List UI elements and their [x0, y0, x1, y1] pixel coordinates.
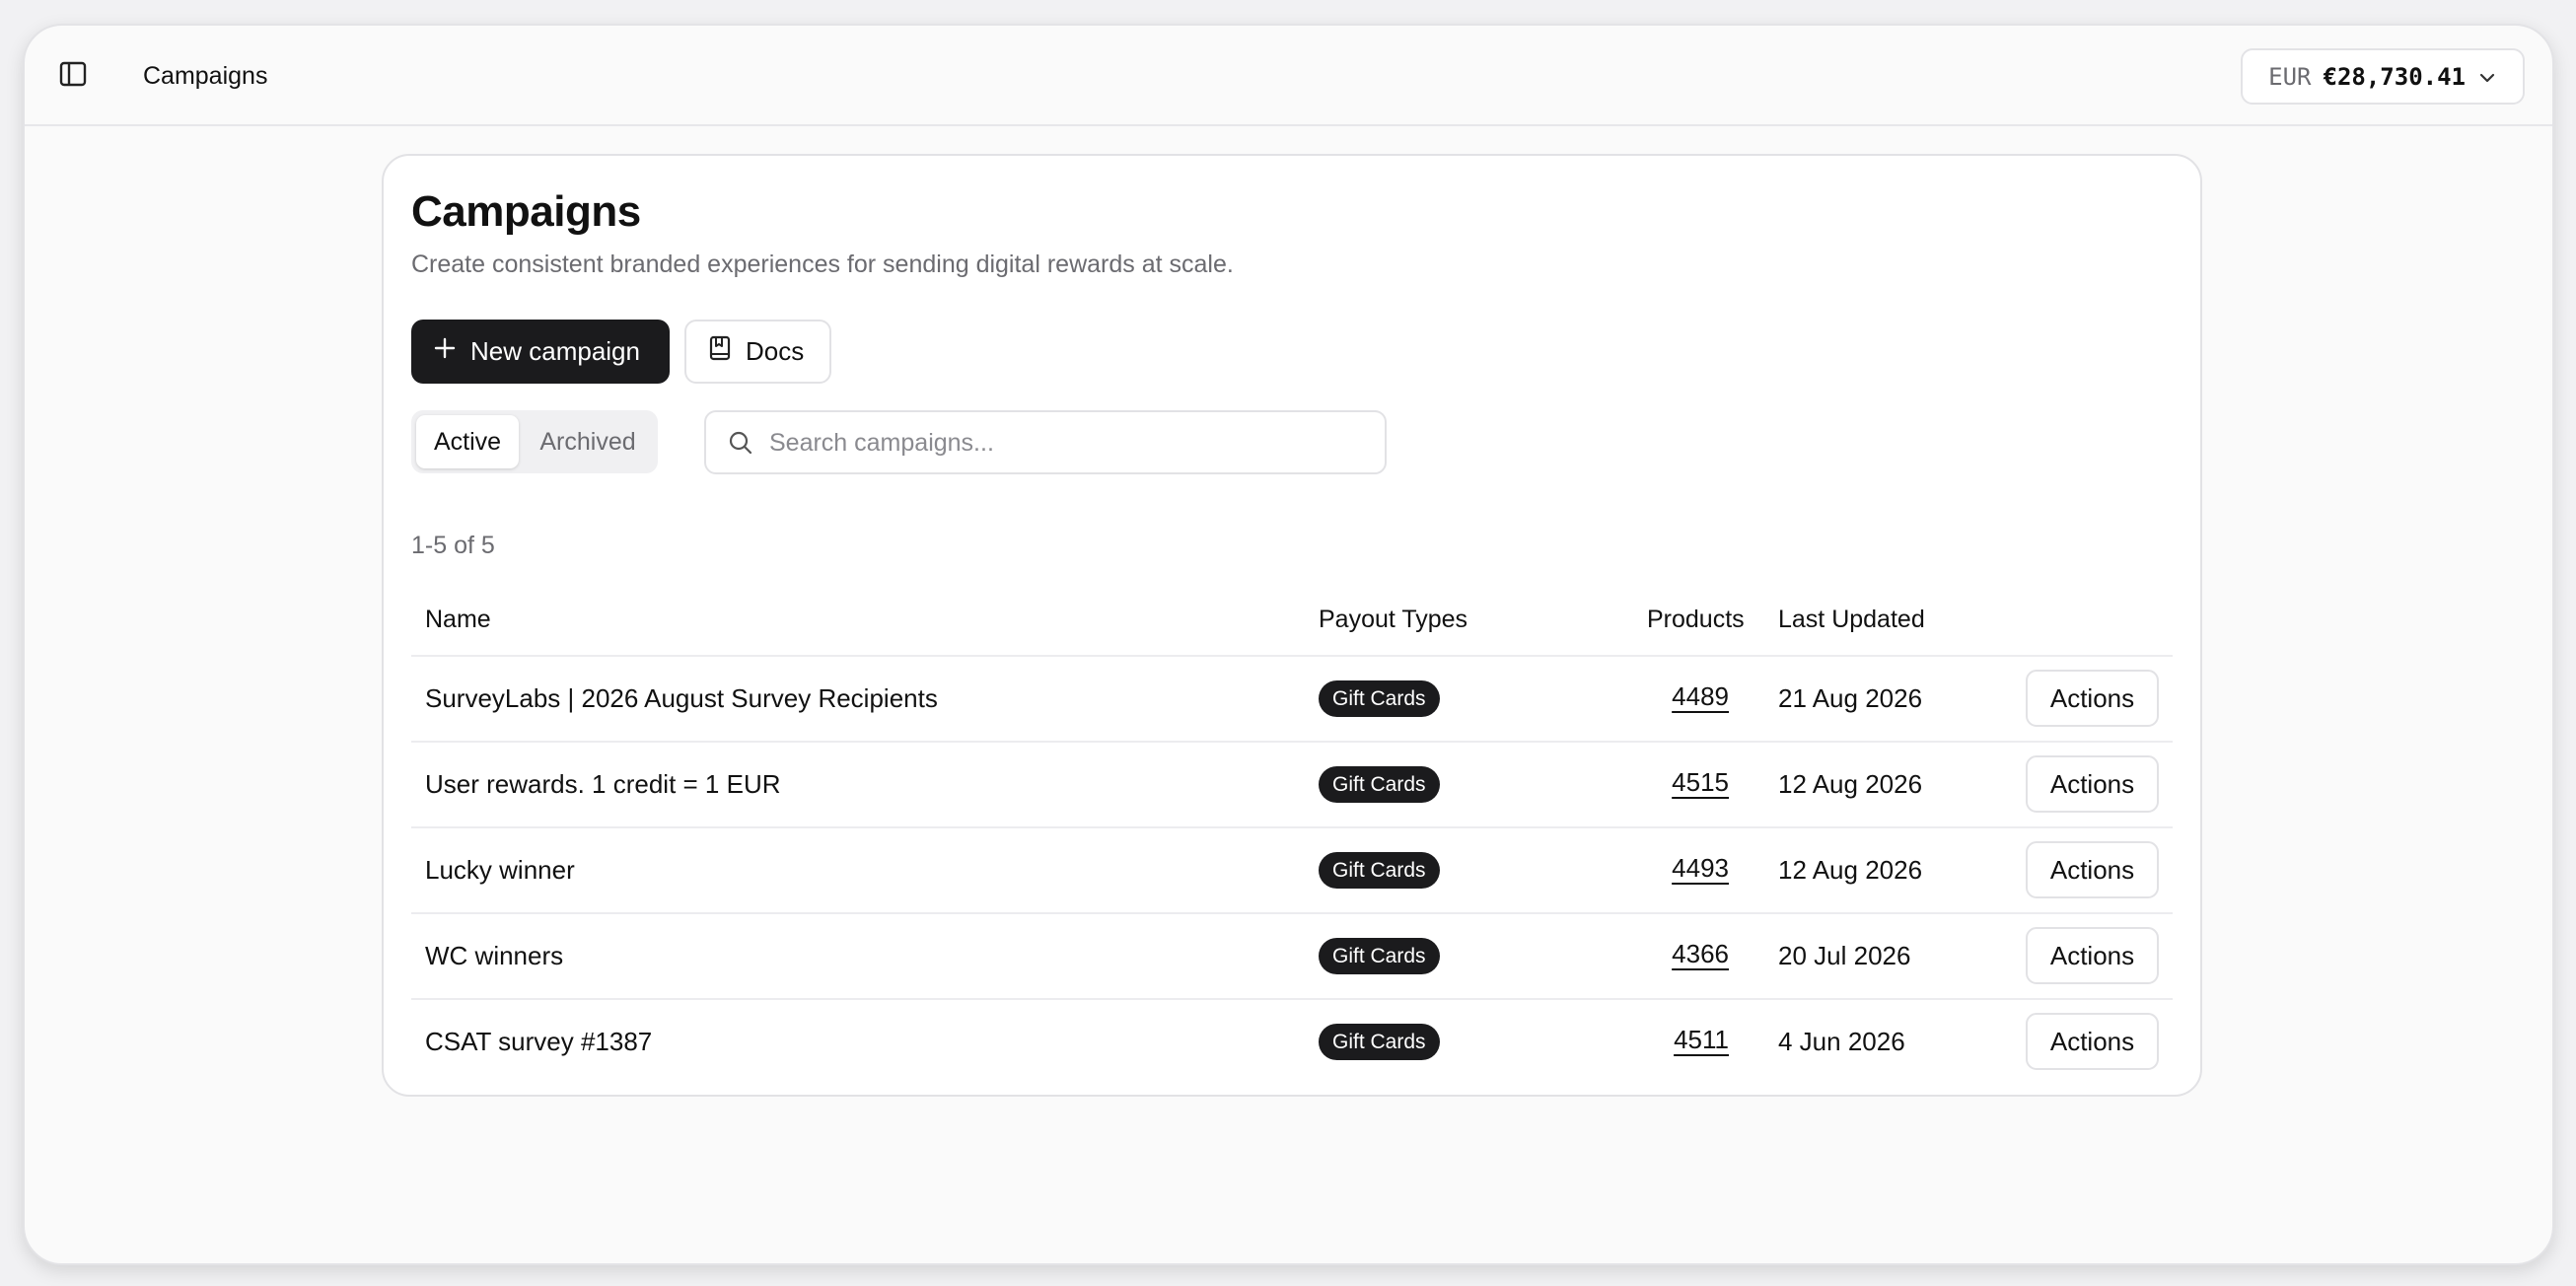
products-link[interactable]: 4511	[1674, 1024, 1729, 1055]
last-updated: 20 Jul 2026	[1778, 941, 1911, 970]
book-icon	[708, 335, 732, 368]
payout-type-badge: Gift Cards	[1319, 1024, 1440, 1060]
search-icon	[728, 430, 753, 461]
docs-button[interactable]: Docs	[684, 320, 831, 384]
actions-button[interactable]: Actions	[2026, 841, 2159, 898]
status-tabs: Active Archived	[411, 410, 658, 473]
top-bar-title: Campaigns	[143, 62, 268, 90]
chevron-down-icon	[2477, 63, 2497, 91]
docs-label: Docs	[746, 336, 805, 366]
search-input[interactable]	[767, 420, 1363, 466]
table-row[interactable]: Lucky winner Gift Cards 4493 12 Aug 2026…	[411, 828, 2173, 914]
balance-amount: €28,730.41	[2323, 62, 2467, 91]
payout-type-badge: Gift Cards	[1319, 852, 1440, 889]
tab-active[interactable]: Active	[416, 415, 519, 468]
actions-button[interactable]: Actions	[2026, 670, 2159, 727]
payout-type-badge: Gift Cards	[1319, 938, 1440, 974]
actions-button[interactable]: Actions	[2026, 1013, 2159, 1070]
table-row[interactable]: User rewards. 1 credit = 1 EUR Gift Card…	[411, 743, 2173, 828]
payout-type-badge: Gift Cards	[1319, 680, 1440, 717]
plus-icon	[433, 336, 457, 367]
column-header-name: Name	[425, 606, 491, 633]
sidebar-toggle-button[interactable]	[58, 61, 88, 91]
column-header-payout-types: Payout Types	[1319, 606, 1468, 633]
campaign-name: SurveyLabs | 2026 August Survey Recipien…	[425, 683, 938, 713]
page-title: Campaigns	[411, 187, 641, 236]
page-subtitle: Create consistent branded experiences fo…	[411, 250, 1234, 278]
table-row[interactable]: CSAT survey #1387 Gift Cards 4511 4 Jun …	[411, 1000, 2173, 1086]
new-campaign-button[interactable]: New campaign	[411, 320, 670, 384]
last-updated: 4 Jun 2026	[1778, 1027, 1905, 1056]
products-link[interactable]: 4366	[1672, 938, 1729, 969]
table-header: Name Payout Types Products Last Updated	[411, 584, 2173, 657]
column-header-products: Products	[1647, 606, 1745, 633]
payout-type-badge: Gift Cards	[1319, 766, 1440, 803]
campaign-name: WC winners	[425, 941, 564, 970]
table-row[interactable]: SurveyLabs | 2026 August Survey Recipien…	[411, 657, 2173, 743]
table-row[interactable]: WC winners Gift Cards 4366 20 Jul 2026 A…	[411, 914, 2173, 1000]
actions-button[interactable]: Actions	[2026, 755, 2159, 813]
products-link[interactable]: 4489	[1672, 680, 1729, 712]
products-link[interactable]: 4493	[1672, 852, 1729, 884]
balance-currency: EUR	[2268, 62, 2312, 91]
result-count: 1-5 of 5	[411, 532, 495, 559]
sidebar-toggle-icon	[59, 61, 87, 92]
products-link[interactable]: 4515	[1672, 766, 1729, 798]
campaign-name: CSAT survey #1387	[425, 1027, 653, 1056]
last-updated: 21 Aug 2026	[1778, 683, 1923, 713]
last-updated: 12 Aug 2026	[1778, 855, 1923, 885]
campaign-name: User rewards. 1 credit = 1 EUR	[425, 769, 781, 799]
balance-selector[interactable]: EUR €28,730.41	[2241, 48, 2525, 105]
top-bar: Campaigns EUR €28,730.41	[25, 26, 2552, 126]
campaigns-table: Name Payout Types Products Last Updated …	[411, 584, 2173, 1086]
column-header-last-updated: Last Updated	[1778, 606, 1925, 633]
new-campaign-label: New campaign	[470, 336, 640, 366]
search-box	[704, 410, 1387, 474]
last-updated: 12 Aug 2026	[1778, 769, 1923, 799]
tab-archived[interactable]: Archived	[525, 415, 651, 468]
campaign-name: Lucky winner	[425, 855, 575, 885]
app-window: Campaigns EUR €28,730.41 Campaigns Creat…	[23, 24, 2554, 1265]
actions-button[interactable]: Actions	[2026, 927, 2159, 984]
campaigns-card: Campaigns Create consistent branded expe…	[382, 154, 2202, 1097]
